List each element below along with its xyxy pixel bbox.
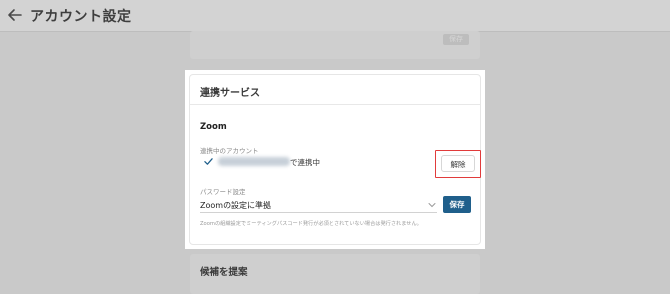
linked-services-card: 連携サービス Zoom 連携中のアカウント で連携中 解除 パスワード設定 Zo… xyxy=(189,74,481,245)
password-note: Zoomの組織設定でミーティングパスコード発行が必須とされていない場合は発行され… xyxy=(200,221,422,227)
check-icon xyxy=(204,158,213,165)
password-setting-value: Zoomの設定に準拠 xyxy=(200,201,272,210)
chevron-down-icon xyxy=(428,203,436,208)
save-button[interactable]: 保存 xyxy=(443,196,471,213)
suggest-candidates-title: 候補を提案 xyxy=(200,267,248,278)
top-bar: アカウント設定 xyxy=(0,0,670,32)
page-title: アカウント設定 xyxy=(30,9,132,25)
blurred-account-email xyxy=(218,157,290,166)
linked-status-text: で連携中 xyxy=(290,158,320,167)
background-card-bottom: 候補を提案 xyxy=(190,254,480,294)
arrow-left-icon[interactable] xyxy=(7,7,23,23)
password-setting-label: パスワード設定 xyxy=(200,188,246,196)
zoom-section-title: Zoom xyxy=(200,122,227,132)
password-setting-select[interactable]: Zoomの設定に準拠 xyxy=(200,198,437,213)
linked-account-label: 連携中のアカウント xyxy=(200,147,259,155)
card-title: 連携サービス xyxy=(200,88,260,99)
divider xyxy=(190,104,480,105)
background-save-button: 保存 xyxy=(443,34,469,45)
unlink-button[interactable]: 解除 xyxy=(441,155,475,172)
background-card-top: 保存 xyxy=(190,31,480,59)
